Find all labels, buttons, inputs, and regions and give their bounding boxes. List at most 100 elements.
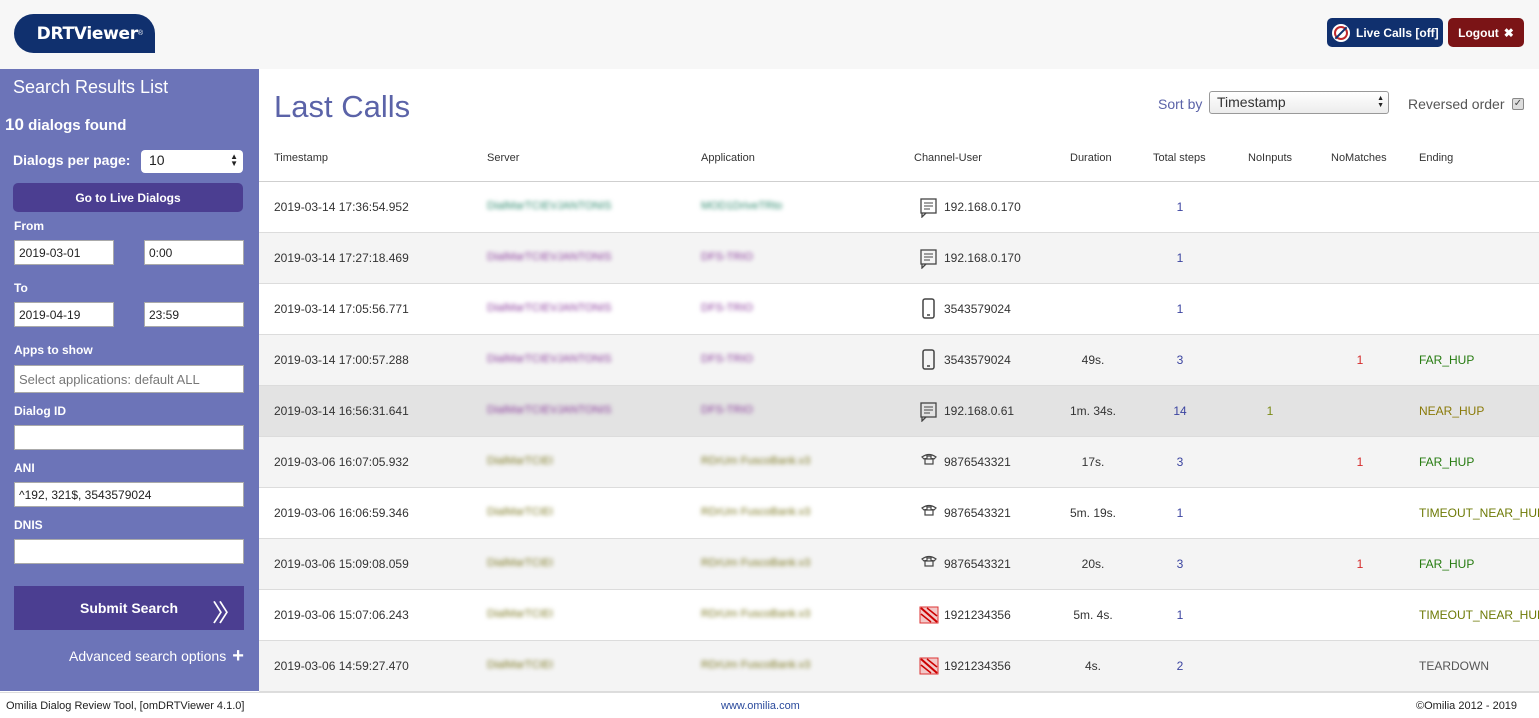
cell-total-steps: 3 <box>1160 455 1200 469</box>
cell-duration: 4s. <box>1053 659 1133 673</box>
table-row[interactable]: 2019-03-06 16:06:59.346DialMarTCIEIRDrUm… <box>259 488 1539 539</box>
cell-duration: 5m. 4s. <box>1053 608 1133 622</box>
mobile-icon <box>919 349 939 371</box>
cell-server: DialMarTCIEVJANTONIS <box>487 404 611 416</box>
dnis-input[interactable] <box>14 539 244 564</box>
cell-application: RDrUm FuscoBank.v3 <box>701 506 810 518</box>
cell-server: DialMarTCIEI <box>487 455 553 467</box>
per-page-select[interactable]: 10 ▲▼ <box>141 150 243 173</box>
col-header-timestamp[interactable]: Timestamp <box>274 152 328 164</box>
per-page-value: 10 <box>149 152 165 168</box>
table-row[interactable]: 2019-03-14 17:27:18.469DialMarTCIEVJANTO… <box>259 233 1539 284</box>
to-date-input[interactable]: 2019-04-19 <box>14 302 114 327</box>
plus-icon: + <box>232 649 244 663</box>
from-label: From <box>14 219 44 233</box>
chat-icon <box>919 247 939 269</box>
dialogs-found: 10 dialogs found <box>5 115 126 135</box>
cell-timestamp: 2019-03-06 14:59:27.470 <box>274 659 409 673</box>
logout-label: Logout <box>1458 26 1499 40</box>
go-live-dialogs-button[interactable]: Go to Live Dialogs <box>13 183 243 212</box>
table-row[interactable]: 2019-03-06 14:59:27.470 DialMarTCIEI RDrUm… <box>259 641 1539 692</box>
cell-application: DFS-TRIO <box>701 353 753 365</box>
col-header-application[interactable]: Application <box>701 152 755 164</box>
select-arrows-icon: ▲▼ <box>1377 95 1384 109</box>
table-row[interactable]: 2019-03-14 17:05:56.771 DialMarTCIEVJANTO… <box>259 284 1539 335</box>
advanced-search-toggle[interactable]: Advanced search options + <box>69 648 244 664</box>
submit-label: Submit Search <box>80 600 178 616</box>
cell-server: DialMarTCIEVJANTONIS <box>487 302 611 314</box>
table-row[interactable]: 2019-03-06 15:09:08.059DialMarTCIEIRDrUm… <box>259 539 1539 590</box>
cell-duration: 49s. <box>1053 353 1133 367</box>
cell-channel-user: 1921234356 <box>944 659 1011 673</box>
apps-select-input[interactable]: Select applications: default ALL <box>14 365 244 393</box>
live-calls-label: Live Calls [off] <box>1356 26 1439 40</box>
cell-channel-user: 9876543321 <box>944 557 1011 571</box>
cell-total-steps: 1 <box>1160 608 1200 622</box>
cell-ending: TIMEOUT_NEAR_HUP <box>1419 608 1539 622</box>
cell-channel-user: 9876543321 <box>944 506 1011 520</box>
col-header-duration[interactable]: Duration <box>1070 152 1112 164</box>
footer-version: Omilia Dialog Review Tool, [omDRTViewer … <box>6 700 244 712</box>
live-calls-button[interactable]: Live Calls [off] <box>1327 18 1443 47</box>
cell-channel-user: 1921234356 <box>944 608 1011 622</box>
footer-link[interactable]: www.omilia.com <box>721 700 800 712</box>
sort-select[interactable]: Timestamp ▲▼ <box>1209 91 1389 114</box>
to-time-input[interactable]: 23:59 <box>144 302 244 327</box>
table-row[interactable]: 2019-03-06 16:07:05.932DialMarTCIEIRDrUm… <box>259 437 1539 488</box>
cell-application: RDrUm FuscoBank.v3 <box>701 659 810 671</box>
reversed-order-checkbox[interactable]: ✓ <box>1512 98 1524 110</box>
table-row[interactable]: 2019-03-14 16:56:31.641DialMarTCIEVJANTO… <box>259 386 1539 437</box>
col-header-noinputs[interactable]: NoInputs <box>1248 152 1292 164</box>
broken-icon <box>919 604 939 626</box>
double-chevron-right-icon: 〉〉 <box>212 593 236 628</box>
cell-application: DFS-TRIO <box>701 404 753 416</box>
col-header-ending[interactable]: Ending <box>1419 152 1453 164</box>
from-date-input[interactable]: 2019-03-01 <box>14 240 114 265</box>
mobile-icon <box>919 298 939 320</box>
cell-duration: 20s. <box>1053 557 1133 571</box>
sort-by-label: Sort by <box>1158 96 1202 112</box>
col-header-channel-user[interactable]: Channel-User <box>914 152 982 164</box>
ani-input[interactable]: ^192, 321$, 3543579024 <box>14 482 244 507</box>
advanced-label: Advanced search options <box>69 648 226 664</box>
cell-ending: FAR_HUP <box>1419 455 1474 469</box>
close-icon: ✖ <box>1504 26 1514 40</box>
cell-channel-user: 192.168.0.61 <box>944 404 1014 418</box>
to-label: To <box>14 281 28 295</box>
col-header-nomatches[interactable]: NoMatches <box>1331 152 1387 164</box>
col-header-total-steps[interactable]: Total steps <box>1153 152 1206 164</box>
cell-timestamp: 2019-03-14 17:27:18.469 <box>274 251 409 265</box>
submit-search-button[interactable]: Submit Search 〉〉 <box>14 586 244 630</box>
cell-timestamp: 2019-03-14 17:05:56.771 <box>274 302 409 316</box>
table-row[interactable]: 2019-03-14 17:36:54.952DialMarTCIEVJANTO… <box>259 182 1539 233</box>
cell-timestamp: 2019-03-06 15:09:08.059 <box>274 557 409 571</box>
cell-total-steps: 3 <box>1160 557 1200 571</box>
cell-noinputs: 1 <box>1250 404 1290 418</box>
cell-ending: FAR_HUP <box>1419 557 1474 571</box>
cell-application: DFS-TRIO <box>701 302 753 314</box>
cell-timestamp: 2019-03-14 17:36:54.952 <box>274 200 409 214</box>
from-time-input[interactable]: 0:00 <box>144 240 244 265</box>
cell-total-steps: 1 <box>1160 200 1200 214</box>
table-row[interactable]: 2019-03-06 15:07:06.243DialMarTCIEIRDrUm… <box>259 590 1539 641</box>
sort-value: Timestamp <box>1217 94 1286 110</box>
phone-icon <box>919 553 939 575</box>
cell-total-steps: 2 <box>1160 659 1200 673</box>
select-arrows-icon: ▲▼ <box>230 153 238 167</box>
dialog-id-input[interactable] <box>14 425 244 450</box>
drtviewer-logo[interactable]: DRTViewer® <box>14 14 155 53</box>
col-header-server[interactable]: Server <box>487 152 519 164</box>
dnis-label: DNIS <box>14 518 43 532</box>
broken-icon <box>919 655 939 677</box>
table-row[interactable]: 2019-03-14 17:00:57.288DialMarTCIEVJANTO… <box>259 335 1539 386</box>
logo-mark: ® <box>138 30 143 37</box>
cell-server: DialMarTCIEI <box>487 659 553 671</box>
cell-nomatches: 1 <box>1340 557 1380 571</box>
cell-timestamp: 2019-03-06 16:06:59.346 <box>274 506 409 520</box>
cell-ending: TIMEOUT_NEAR_HUP <box>1419 506 1539 520</box>
cell-total-steps: 14 <box>1160 404 1200 418</box>
chat-icon <box>919 400 939 422</box>
cell-channel-user: 9876543321 <box>944 455 1011 469</box>
logout-button[interactable]: Logout ✖ <box>1448 18 1524 47</box>
cell-application: RDrUm FuscoBank.v3 <box>701 608 810 620</box>
